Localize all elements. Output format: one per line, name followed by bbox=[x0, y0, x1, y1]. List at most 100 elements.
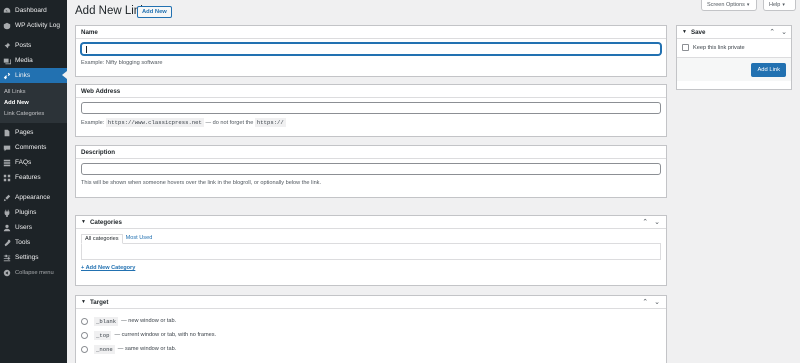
faqs-icon bbox=[3, 159, 11, 167]
dashboard-icon bbox=[3, 7, 11, 15]
move-down-icon[interactable]: ⌄ bbox=[781, 28, 787, 36]
keep-private-row: Keep this link private bbox=[682, 44, 786, 51]
sidebar-item-activity-log[interactable]: WP Activity Log bbox=[0, 18, 67, 33]
name-postbox: Name Example: Nifty blogging software bbox=[75, 25, 667, 77]
links-icon bbox=[3, 72, 11, 80]
name-input[interactable] bbox=[81, 43, 661, 55]
sidebar-item-label: Tools bbox=[15, 239, 31, 246]
target-desc: — new window or tab. bbox=[121, 318, 177, 324]
links-submenu: All Links Add New Link Categories bbox=[0, 83, 67, 123]
sidebar-item-plugins[interactable]: Plugins bbox=[0, 205, 67, 220]
postbox-title: Save bbox=[690, 28, 706, 36]
description-help: This will be shown when someone hovers o… bbox=[81, 180, 322, 186]
sidebar-item-tools[interactable]: Tools bbox=[0, 235, 67, 250]
toggle-triangle-icon[interactable]: ▼ bbox=[682, 29, 687, 35]
appearance-icon bbox=[3, 194, 11, 202]
add-link-button[interactable]: Add Link bbox=[751, 63, 786, 77]
sidebar-item-label: Users bbox=[15, 224, 32, 231]
target-option: _blank — new window or tab. bbox=[81, 314, 661, 328]
sidebar-item-posts[interactable]: Posts bbox=[0, 38, 67, 53]
target-code: _top bbox=[94, 330, 112, 340]
collapse-icon bbox=[3, 269, 11, 277]
postbox-header: ▼ Target ⌃ ⌄ bbox=[76, 296, 666, 309]
sidebar-item-label: Settings bbox=[15, 254, 39, 261]
sidebar-item-label: FAQs bbox=[15, 159, 32, 166]
toggle-triangle-icon[interactable]: ▼ bbox=[81, 219, 86, 225]
name-help: Example: Nifty blogging software bbox=[81, 60, 163, 66]
submenu-add-new[interactable]: Add New bbox=[0, 98, 67, 109]
sidebar-item-media[interactable]: Media bbox=[0, 53, 67, 68]
target-code: _none bbox=[94, 344, 115, 354]
postbox-title: Web Address bbox=[81, 87, 121, 95]
sidebar-item-label: Links bbox=[15, 72, 31, 79]
screen-options-label: Screen Options bbox=[707, 2, 745, 8]
postbox-title: Name bbox=[81, 28, 98, 36]
sidebar-item-dashboard[interactable]: Dashboard bbox=[0, 3, 67, 18]
help-code-protocol: https:// bbox=[254, 118, 286, 127]
target-desc: — current window or tab, with no frames. bbox=[114, 332, 217, 338]
sidebar-item-label: Appearance bbox=[15, 194, 51, 201]
move-up-icon[interactable]: ⌃ bbox=[769, 28, 775, 36]
postbox-title: Categories bbox=[89, 218, 122, 226]
sidebar-item-settings[interactable]: Settings bbox=[0, 250, 67, 265]
target-option: _none — same window or tab. bbox=[81, 342, 661, 356]
sidebar-item-label: Pages bbox=[15, 129, 34, 136]
sidebar-item-label: Comments bbox=[15, 144, 47, 151]
media-icon bbox=[3, 57, 11, 65]
sidebar-item-links[interactable]: Links bbox=[0, 68, 67, 83]
sidebar-item-label: WP Activity Log bbox=[15, 22, 61, 29]
sidebar-item-features[interactable]: Features bbox=[0, 170, 67, 185]
activity-log-icon bbox=[3, 22, 11, 30]
move-up-icon[interactable]: ⌃ bbox=[642, 298, 648, 306]
description-postbox: Description This will be shown when some… bbox=[75, 145, 667, 198]
collapse-label: Collapse menu bbox=[15, 269, 54, 276]
help-code-url: https://www.classicpress.net bbox=[105, 118, 204, 127]
screen-options-button[interactable]: Screen Options ▾ bbox=[701, 0, 757, 11]
target-top-radio[interactable] bbox=[81, 331, 88, 339]
target-option: _top — current window or tab, with no fr… bbox=[81, 328, 661, 342]
sidebar-item-label: Features bbox=[15, 174, 41, 181]
postbox-header: Web Address bbox=[76, 85, 666, 98]
tab-most-used[interactable]: Most Used bbox=[123, 234, 156, 244]
sidebar-item-label: Dashboard bbox=[15, 7, 47, 14]
add-new-button[interactable]: Add New bbox=[137, 6, 172, 18]
sidebar-item-label: Posts bbox=[15, 42, 32, 49]
sidebar-item-users[interactable]: Users bbox=[0, 220, 67, 235]
caret-down-icon: ▾ bbox=[746, 2, 750, 8]
collapse-menu-button[interactable]: Collapse menu bbox=[0, 265, 67, 280]
sidebar-item-faqs[interactable]: FAQs bbox=[0, 155, 67, 170]
help-button[interactable]: Help ▾ bbox=[763, 0, 796, 11]
caret-down-icon: ▾ bbox=[782, 2, 785, 8]
move-down-icon[interactable]: ⌄ bbox=[654, 298, 660, 306]
sidebar-item-appearance[interactable]: Appearance bbox=[0, 190, 67, 205]
categories-checklist bbox=[81, 243, 661, 260]
target-postbox: ▼ Target ⌃ ⌄ _blank — new window or tab. … bbox=[75, 295, 667, 363]
target-code: _blank bbox=[94, 316, 119, 326]
sidebar-item-pages[interactable]: Pages bbox=[0, 125, 67, 140]
keep-private-checkbox[interactable] bbox=[682, 44, 689, 51]
submenu-link-categories[interactable]: Link Categories bbox=[0, 109, 67, 120]
save-postbox: ▼ Save ⌃ ⌄ Keep this link private Add Lin… bbox=[676, 25, 792, 90]
help-label: Help bbox=[769, 2, 781, 8]
target-blank-radio[interactable] bbox=[81, 317, 88, 325]
submenu-all-links[interactable]: All Links bbox=[0, 87, 67, 98]
sidebar-item-comments[interactable]: Comments bbox=[0, 140, 67, 155]
sidebar-item-label: Media bbox=[15, 57, 33, 64]
add-new-category-link[interactable]: + Add New Category bbox=[81, 265, 661, 271]
move-up-icon[interactable]: ⌃ bbox=[642, 218, 648, 226]
plugins-icon bbox=[3, 209, 11, 217]
settings-icon bbox=[3, 254, 11, 262]
tab-all-categories[interactable]: All categories bbox=[81, 234, 123, 244]
features-icon bbox=[3, 174, 11, 182]
web-address-help: Example: https://www.classicpress.net — … bbox=[81, 118, 661, 127]
comments-icon bbox=[3, 144, 11, 152]
postbox-title: Description bbox=[81, 148, 116, 156]
postbox-title: Target bbox=[89, 298, 109, 306]
move-down-icon[interactable]: ⌄ bbox=[654, 218, 660, 226]
target-none-radio[interactable] bbox=[81, 345, 88, 353]
admin-sidebar: Dashboard WP Activity Log Posts Media Li… bbox=[0, 0, 67, 363]
toggle-triangle-icon[interactable]: ▼ bbox=[81, 299, 86, 305]
description-input[interactable] bbox=[81, 163, 661, 175]
save-actions: Add Link bbox=[677, 57, 791, 81]
web-address-input[interactable] bbox=[81, 102, 661, 114]
